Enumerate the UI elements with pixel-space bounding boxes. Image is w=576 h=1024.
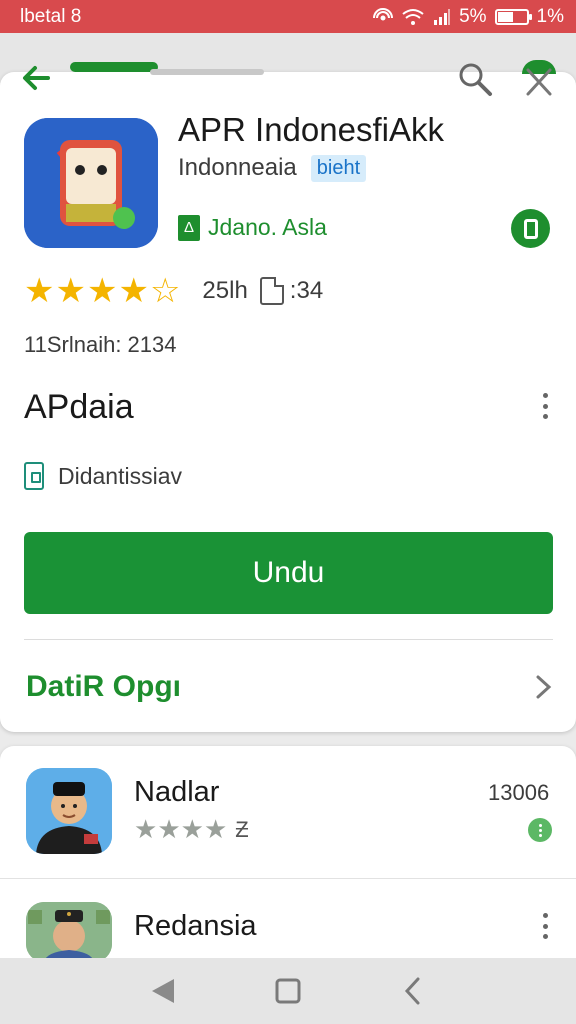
carrier-text: lbetal 8 <box>20 5 82 27</box>
device-install-button[interactable] <box>511 209 550 248</box>
tab-indicator-active <box>70 62 158 72</box>
hotspot-icon <box>373 7 394 26</box>
details-link[interactable]: DatiR Opgı <box>26 670 181 704</box>
star-icon: ★ <box>180 814 204 844</box>
star-empty-icon: ☆ <box>149 272 181 310</box>
category-icon: Δ <box>178 214 200 241</box>
status-icons: 5% 1% <box>373 6 564 28</box>
nav-recent-button[interactable] <box>388 966 438 1016</box>
file-size-icon <box>259 277 284 305</box>
nav-home-button[interactable] <box>263 966 313 1016</box>
more-vert-icon-2[interactable] <box>533 910 557 942</box>
app-icon[interactable] <box>24 118 158 248</box>
related-avatar-2[interactable] <box>26 902 112 962</box>
app-logo-graphic <box>24 118 158 248</box>
file-size: :34 <box>289 277 324 304</box>
tab-indicator-inactive <box>150 69 264 75</box>
related-rating: ★★★★ Ƶ <box>134 814 249 845</box>
category-label: Jdano. Asla <box>208 214 327 240</box>
developer-row: Indonneaia bieht <box>178 154 367 182</box>
nav-recent-icon <box>405 977 420 1005</box>
star-icon: ★ <box>157 814 181 844</box>
chevron-right-icon[interactable] <box>532 674 554 700</box>
star-icon: ★ <box>134 814 158 844</box>
list-divider <box>0 878 576 879</box>
battery-percent: 5% <box>459 5 487 27</box>
device-compat-row: Didantissiav <box>24 462 182 490</box>
search-button[interactable] <box>456 60 494 98</box>
phone-icon <box>523 218 538 239</box>
related-rating-text: Ƶ <box>235 816 249 842</box>
nav-back-icon <box>151 979 174 1003</box>
more-options-icon[interactable] <box>528 818 552 842</box>
rating-row: ★ ★ ★ ★ ☆ 25lh :34 <box>24 274 323 308</box>
device-compat-text: Didantissiav <box>58 462 182 489</box>
install-button[interactable]: Undu <box>24 532 553 614</box>
search-icon <box>459 63 492 96</box>
star-full-icon: ★ <box>118 272 149 310</box>
category-row[interactable]: Δ Jdano. Asla <box>178 214 327 241</box>
developer-name[interactable]: Indonneaia <box>178 154 297 182</box>
close-button[interactable] <box>520 60 560 100</box>
wifi-icon <box>401 8 425 26</box>
star-full-icon: ★ <box>86 272 118 310</box>
related-name-2[interactable]: Redansia <box>134 910 257 943</box>
extra-percent: 1% <box>536 5 564 27</box>
rating-stars: ★ ★ ★ ★ ☆ <box>24 274 180 308</box>
related-count: 13006 <box>488 780 550 805</box>
rating-count: 25lh <box>202 277 248 304</box>
developer-badge: bieht <box>310 154 367 182</box>
arrow-left-icon <box>23 66 50 90</box>
divider <box>24 639 553 640</box>
downloads-text: 11Srlnaih: 2134 <box>24 332 177 357</box>
system-nav-bar <box>0 958 576 1024</box>
related-avatar[interactable] <box>26 768 112 854</box>
battery-fill <box>497 11 513 22</box>
more-vert-icon[interactable] <box>533 390 557 422</box>
nav-home-icon <box>275 978 301 1004</box>
status-bar: lbetal 8 5% 1% <box>0 0 576 33</box>
signal-icon <box>433 8 451 26</box>
device-icon <box>24 462 44 490</box>
close-icon <box>526 68 552 96</box>
related-name[interactable]: Nadlar <box>134 776 219 809</box>
star-full-icon: ★ <box>55 272 86 310</box>
app-title: APR IndonesfiAkk <box>178 111 444 148</box>
related-stars: ★★★★ <box>134 814 227 845</box>
person-avatar-graphic-2 <box>26 902 112 962</box>
back-button[interactable] <box>18 60 54 96</box>
person-avatar-graphic <box>26 768 112 854</box>
section-title: APdaia <box>24 388 134 426</box>
nav-back-button[interactable] <box>138 966 188 1016</box>
star-icon: ★ <box>203 814 228 844</box>
battery-icon <box>494 8 532 25</box>
star-full-icon: ★ <box>24 272 55 310</box>
